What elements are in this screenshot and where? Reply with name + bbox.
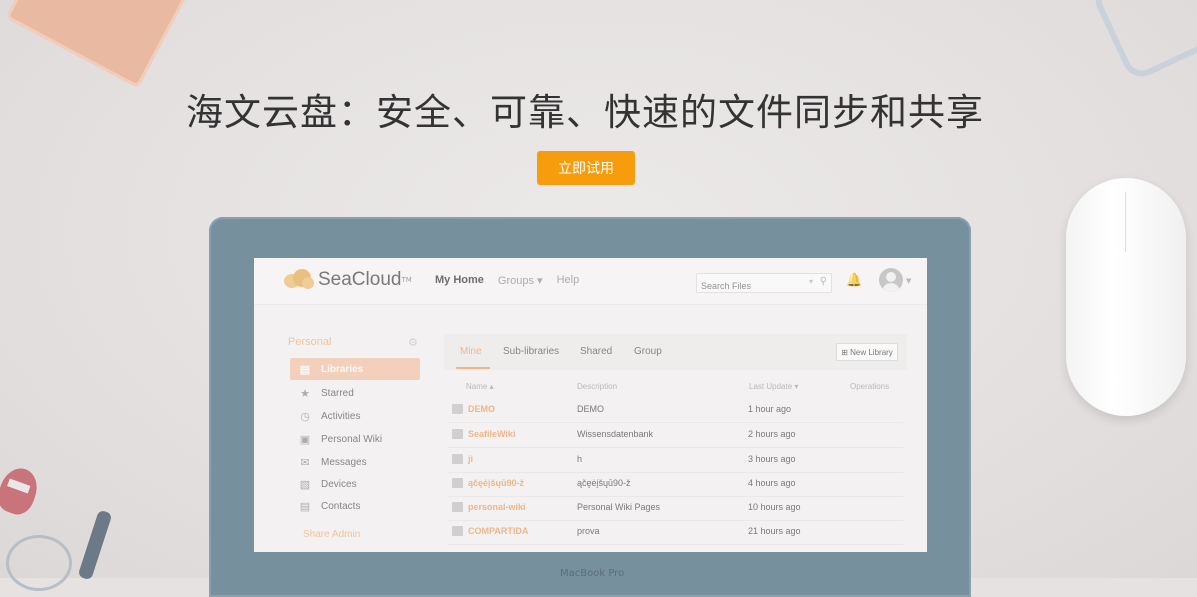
sidebar-item-label: Activities: [321, 410, 361, 422]
table-row[interactable]: DEMO DEMO 1 hour ago: [448, 398, 903, 423]
table-row[interactable]: SeafileWiki Wissensdatenbank 2 hours ago: [448, 423, 903, 448]
library-name[interactable]: SeafileWiki: [468, 429, 515, 439]
library-name[interactable]: COMPARTIDA: [468, 526, 528, 536]
library-name[interactable]: DEMO: [468, 404, 495, 414]
app-logo[interactable]: SeaCloud TM: [282, 268, 412, 292]
wiki-icon: ▣: [299, 433, 311, 446]
library-name[interactable]: ji: [468, 454, 473, 464]
cloud-logo-icon: [282, 268, 316, 292]
tab-group[interactable]: Group: [634, 346, 662, 357]
library-icon: [452, 429, 463, 439]
table-row[interactable]: COMPARTIDA prova 21 hours ago: [448, 520, 903, 545]
table-row[interactable]: ąčęėįšųū90-ž ąčęėįšųū90-ž 4 hours ago: [448, 472, 903, 497]
tab-sub-libraries[interactable]: Sub-libraries: [503, 346, 559, 357]
column-header-description: Description: [577, 382, 618, 391]
library-name[interactable]: personal-wiki: [468, 502, 526, 512]
top-nav: My Home Groups ▾ Help: [435, 274, 579, 287]
search-icon[interactable]: ⚲: [820, 276, 827, 287]
library-icon: [452, 502, 463, 512]
library-last-update: 3 hours ago: [748, 454, 796, 464]
library-description: h: [577, 454, 583, 464]
library-icon: ▤: [299, 363, 311, 376]
monitor-icon: ▧: [299, 478, 311, 491]
library-last-update: 2 hours ago: [748, 429, 796, 439]
sidebar-item-devices[interactable]: ▧ Devices: [290, 473, 420, 495]
sidebar-section-personal: Personal: [288, 336, 332, 348]
search-input[interactable]: [697, 277, 801, 295]
library-description: ąčęėįšųū90-ž: [577, 478, 631, 488]
sidebar-item-label: Messages: [321, 456, 367, 468]
new-library-label: New Library: [850, 348, 893, 357]
logo-trademark: TM: [401, 276, 412, 284]
library-icon: [452, 454, 463, 464]
tab-shared[interactable]: Shared: [580, 346, 612, 357]
app-topbar: SeaCloud TM My Home Groups ▾ Help ▾ ⚲ 🔔 …: [254, 258, 927, 305]
sidebar-item-personal-wiki[interactable]: ▣ Personal Wiki: [290, 428, 420, 450]
column-header-last-update[interactable]: Last Update ▾: [749, 382, 798, 391]
plus-icon: ⊞: [841, 348, 848, 357]
glasses-decoration: [6, 535, 72, 591]
library-description: Wissensdatenbank: [577, 429, 654, 439]
sidebar-item-libraries[interactable]: ▤ Libraries: [290, 358, 420, 380]
gear-icon[interactable]: ⚙: [408, 336, 418, 349]
library-icon: [452, 526, 463, 536]
sidebar-item-starred[interactable]: ★ Starred: [290, 382, 420, 404]
sidebar-item-label: Devices: [321, 478, 357, 490]
contacts-icon: ▤: [299, 500, 311, 513]
star-icon: ★: [300, 387, 310, 400]
library-description: Personal Wiki Pages: [577, 502, 661, 512]
tab-mine[interactable]: Mine: [460, 346, 482, 357]
logo-text: SeaCloud: [318, 269, 402, 290]
sidebar-item-label: Personal Wiki: [321, 433, 383, 445]
sidebar-item-label: Libraries: [321, 363, 364, 375]
avatar[interactable]: [879, 268, 903, 292]
nav-groups[interactable]: Groups ▾: [498, 274, 543, 287]
sidebar-item-label: Contacts: [321, 500, 361, 512]
hero-headline: 海文云盘：安全、可靠、快速的文件同步和共享: [186, 91, 984, 134]
sidebar-section-share-admin: Share Admin: [303, 529, 361, 540]
laptop-brand-label: MacBook Pro: [560, 568, 625, 579]
chevron-down-icon[interactable]: ▼: [906, 277, 911, 285]
library-icon: [452, 478, 463, 488]
sidebar-item-label: Starred: [321, 387, 354, 399]
search-box: ▾ ⚲: [696, 273, 832, 295]
table-row[interactable]: personal-wiki Personal Wiki Pages 10 hou…: [448, 496, 903, 521]
message-icon: ✉: [300, 456, 310, 469]
library-last-update: 10 hours ago: [748, 502, 801, 512]
library-last-update: 21 hours ago: [748, 526, 801, 536]
column-header-operations: Operations: [850, 382, 890, 391]
mouse-decoration: [1066, 178, 1186, 416]
try-now-button[interactable]: 立即试用: [537, 151, 635, 185]
library-icon: [452, 404, 463, 414]
library-name[interactable]: ąčęėįšųū90-ž: [468, 478, 524, 488]
column-header-name[interactable]: Name ▴: [466, 382, 494, 391]
library-description: prova: [577, 526, 600, 536]
nav-my-home[interactable]: My Home: [435, 274, 484, 287]
new-library-button[interactable]: ⊞ New Library: [836, 343, 898, 361]
nav-help[interactable]: Help: [557, 274, 580, 287]
library-last-update: 1 hour ago: [748, 404, 792, 414]
sidebar-item-messages[interactable]: ✉ Messages: [290, 451, 420, 473]
active-tab-indicator: [456, 367, 490, 369]
library-last-update: 4 hours ago: [748, 478, 796, 488]
laptop-screen: SeaCloud TM My Home Groups ▾ Help ▾ ⚲ 🔔 …: [254, 258, 927, 552]
clock-icon: ◷: [300, 410, 310, 423]
sidebar-item-activities[interactable]: ◷ Activities: [290, 405, 420, 427]
table-row[interactable]: ji h 3 hours ago: [448, 448, 903, 473]
search-scope-dropdown[interactable]: ▾: [809, 277, 813, 286]
sidebar-item-contacts[interactable]: ▤ Contacts: [290, 495, 420, 517]
library-description: DEMO: [577, 404, 604, 414]
bell-icon[interactable]: 🔔: [846, 273, 862, 288]
